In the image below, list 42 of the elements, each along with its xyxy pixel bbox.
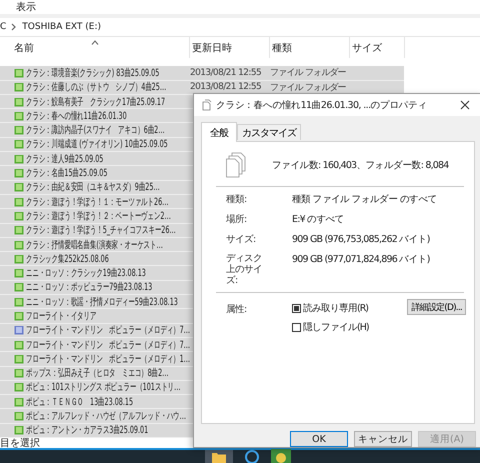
file-name: クラシ：名曲15曲25.09.05 (26, 166, 108, 180)
file-name: ニニ・ロッソ：ポッピュラー79曲23.08.13 (26, 280, 152, 294)
file-name: クラシ：佐藤しのぶ（サトウ シノブ）4曲25… (26, 80, 166, 94)
field-label: 場所: (226, 213, 248, 226)
status-text: 目を選択 (0, 437, 40, 450)
field-value: 種類 ファイル フォルダー のすべて (292, 193, 438, 206)
file-name: クラシ：遊ぼう！学ぼう！２：ベートーヴェン2… (26, 210, 171, 223)
file-name: クラシック集252k25.08.06 (26, 252, 109, 266)
file-name: フローライト・マンドリン ポピュラー（メロディ）1… (26, 352, 190, 366)
file-name: クラシ：鮫島有美子 クラシック17曲25.09.17 (26, 96, 166, 109)
summary-text: ファイル数: 160,403、フォルダー数: 8,084 (272, 158, 449, 172)
file-name: クラシ：遊ぼう！学ぼう！5_チャイコフスキー26… (26, 224, 176, 238)
file-name: クラシ：達人9曲25.09.05 (26, 152, 104, 166)
file-name: ポピュ：101ストリングス ポピュラー（101ストリ… (26, 381, 180, 394)
field-value: E:¥ のすべて (292, 213, 345, 226)
file-name: ポップス：弘田みえ子（ヒロタ ミエコ）8曲2… (26, 366, 169, 380)
file-name: クラシ：抒情愛唱名曲集(演奏家・オーケスト… (26, 238, 163, 252)
modified-date: 2013/08/21 12:55 (190, 82, 262, 92)
file-name: ニニ・ロッソ：クラシック19曲23.08.13 (26, 266, 146, 280)
file-name: クラシ：諏訪内晶子(スワナイ アキコ）6曲2… (26, 124, 165, 138)
file-name: フローライト・マンドリン ポピュラー（メロディ）7… (26, 338, 190, 352)
file-type: ファイル フォルダー (270, 68, 346, 78)
file-name: クラシ：川端成道 (ヴァイオリン) 10曲25.09.05 (26, 138, 168, 152)
file-name: クラシ：由紀＆安田（ユキ＆ヤスダ）9曲25… (26, 180, 160, 194)
file-name: ポピュ：アントン・カアラス3曲25.09.01 (26, 424, 148, 438)
file-name: フローライト・イタリア (26, 310, 96, 323)
field-label: 属性: (226, 303, 248, 316)
field-label: 種類: (226, 193, 248, 206)
field-value: 909 GB (976,753,085,262 バイト) (292, 233, 431, 246)
file-type: ファイル フォルダー (270, 82, 346, 93)
file-name: ポピュ：ＴＥＮＧＯ 13曲23.08.15 (26, 396, 134, 409)
file-name: クラシ：遊ぼう！学ぼう！１：モーツァルト26… (26, 196, 169, 209)
file-name: ニニ・ロッソ：歌謡・抒情メロディー59曲23.08.13 (26, 296, 178, 309)
field-value: 909 GB (977,071,824,896 バイト) (292, 253, 431, 266)
field-label: ディスク上のサイズ: (226, 253, 262, 286)
file-name: クラシ：春への憧れ11曲26.01.30 (26, 110, 127, 123)
file-name: クラシ：環境音楽(クラシック) 83曲25.09.05 (26, 66, 160, 80)
file-name: フローライト・マンドリン ポピュラー（メロディ）7… (26, 324, 190, 338)
field-label: サイズ: (226, 233, 256, 246)
dialog-title: クラシ：春への憧れ11曲26.01.30, ...のプロパティ (216, 98, 427, 112)
modified-date: 2013/08/21 12:55 (190, 68, 262, 78)
file-name: ポピュ：アルフレッド・ハウゼ（アルフレッド・ハウ… (26, 410, 186, 424)
